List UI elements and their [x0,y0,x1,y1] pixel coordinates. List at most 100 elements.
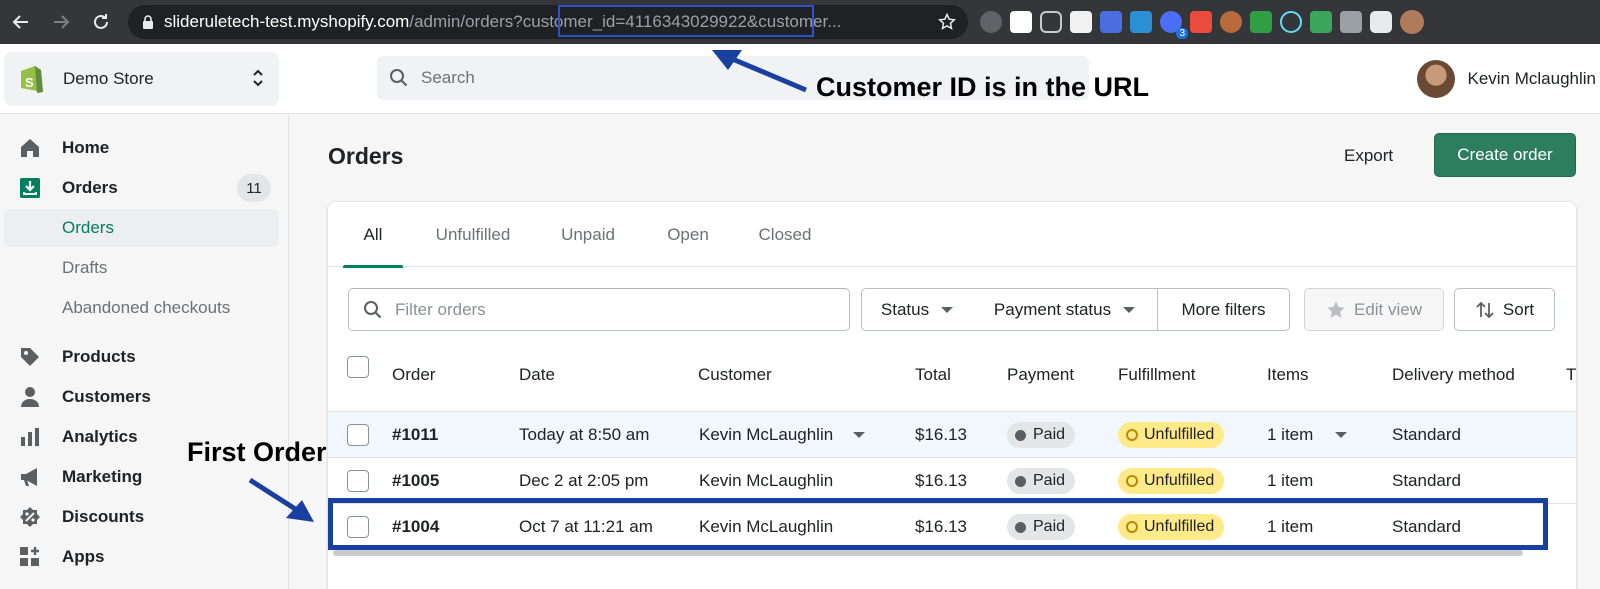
search-icon [390,69,408,87]
store-switcher[interactable]: S Demo Store [4,52,279,106]
pocket-icon[interactable] [1040,11,1062,33]
orders-icon [18,176,42,200]
extension-icon[interactable] [1130,11,1152,33]
sidebar-subitem-drafts[interactable]: Drafts [4,249,279,287]
column-header-items[interactable]: Items [1267,365,1309,385]
tab-all[interactable]: All [343,202,403,268]
star-icon [1327,301,1345,318]
column-header-total[interactable]: Total [915,365,951,385]
url-highlight-box [558,5,814,37]
sidebar-item-products[interactable]: Products [4,338,279,376]
caret-down-icon [853,432,866,438]
extension-icon[interactable] [1340,11,1362,33]
tab-closed[interactable]: Closed [740,202,830,267]
edit-view-button[interactable]: Edit view [1304,288,1444,331]
search-placeholder: Search [421,68,475,87]
sidebar-item-label: Orders [62,178,118,197]
svg-text:S: S [25,75,34,90]
sort-label: Sort [1502,299,1535,319]
sidebar-item-label: Customers [62,387,151,406]
chevron-updown-icon [253,69,263,87]
sidebar-item-discounts[interactable]: Discounts [4,498,279,536]
table-row[interactable]: #1011 Today at 8:50 am Kevin McLaughlin … [328,411,1576,457]
browser-toolbar: slideruletech-test.myshopify.com/admin/o… [0,0,1600,44]
bookmark-star-icon[interactable] [938,13,956,31]
sidebar: Home Orders 11 Orders Drafts Abandoned c… [0,115,289,589]
filter-placeholder: Filter orders [395,299,486,319]
back-icon[interactable] [8,9,34,35]
sidebar-item-label: Abandoned checkouts [62,298,231,317]
tab-unfulfilled[interactable]: Unfulfilled [418,202,528,267]
extension-icon[interactable] [1250,11,1272,33]
puzzle-icon[interactable] [1370,11,1392,33]
column-header-customer[interactable]: Customer [698,365,772,385]
megaphone-icon [18,465,42,489]
payment-status-text: Paid [1033,472,1066,489]
payment-status-filter-button[interactable]: Payment status [972,288,1158,331]
status-filter-button[interactable]: Status [861,288,973,331]
tag-icon [18,345,42,369]
address-bar[interactable]: slideruletech-test.myshopify.com/admin/o… [128,5,968,39]
filter-orders-input[interactable]: Filter orders [348,288,850,331]
extension-badge: 3 [1176,28,1188,39]
sidebar-item-label: Marketing [62,467,143,486]
column-header-fulfillment[interactable]: Fulfillment [1118,365,1195,385]
user-menu[interactable]: Kevin Mclaughlin [1417,44,1600,114]
sort-button[interactable]: Sort [1454,288,1555,331]
sidebar-subitem-orders[interactable]: Orders [4,209,279,247]
extension-icon[interactable] [1070,11,1092,33]
sidebar-item-label: Orders [62,218,114,237]
sidebar-item-home[interactable]: Home [4,129,279,167]
discount-icon [18,505,42,529]
url-annotation-text: Customer ID is in the URL [816,72,1150,102]
extension-icon[interactable] [980,11,1002,33]
sort-icon [1476,301,1494,318]
search-icon [364,300,382,318]
profile-avatar[interactable] [1400,10,1424,34]
tab-unpaid[interactable]: Unpaid [543,202,633,267]
sidebar-subitem-abandoned-checkouts[interactable]: Abandoned checkouts [4,289,279,327]
column-header-order[interactable]: Order [392,365,435,385]
items-count: 1 item [1267,425,1314,444]
status-dot-icon [1015,429,1026,441]
order-delivery: Standard [1392,425,1461,444]
status-filter-label: Status [880,299,930,319]
select-all-checkbox[interactable] [347,356,369,378]
row-checkbox[interactable] [347,470,369,492]
person-icon [18,385,42,409]
export-button[interactable]: Export [1330,136,1407,176]
reload-icon[interactable] [88,9,114,35]
sidebar-item-apps[interactable]: Apps [4,538,279,576]
order-number[interactable]: #1011 [392,412,438,458]
table-row[interactable]: #1005 Dec 2 at 2:05 pm Kevin McLaughlin … [328,457,1576,503]
column-header-date[interactable]: Date [519,365,555,385]
shopify-logo-icon: S [21,66,43,93]
order-tabs: All Unfulfilled Unpaid Open Closed [328,202,1576,268]
extension-icon[interactable] [1190,11,1212,33]
forward-icon[interactable] [48,9,74,35]
sidebar-item-customers[interactable]: Customers [4,378,279,416]
column-header-payment[interactable]: Payment [1007,365,1074,385]
react-devtools-icon[interactable] [1280,11,1302,33]
extension-icon[interactable] [1010,11,1032,33]
tab-open[interactable]: Open [648,202,728,267]
extension-icon[interactable]: 3 [1160,11,1188,39]
edit-view-label: Edit view [1353,299,1423,319]
order-items[interactable]: 1 item [1267,412,1348,458]
order-date: Today at 8:50 am [519,425,650,444]
sidebar-item-label: Discounts [62,507,145,526]
admin-topbar: S Demo Store Search Kevin Mclaughlin [0,44,1600,114]
extension-icon[interactable] [1310,11,1332,33]
extension-icon[interactable] [1220,11,1242,33]
column-header-truncated[interactable]: T [1566,365,1576,385]
sidebar-item-orders[interactable]: Orders 11 [4,169,279,207]
column-header-delivery-method[interactable]: Delivery method [1392,365,1515,385]
horizontal-scrollbar[interactable] [333,550,1523,556]
row-checkbox[interactable] [347,424,369,446]
extension-icon[interactable] [1100,11,1122,33]
more-filters-button[interactable]: More filters [1157,288,1290,331]
create-order-button[interactable]: Create order [1434,133,1576,177]
payment-status-badge: Paid [1007,412,1076,458]
fulfillment-status-text: Unfulfilled [1144,472,1215,489]
order-customer[interactable]: Kevin McLaughlin [699,412,866,458]
